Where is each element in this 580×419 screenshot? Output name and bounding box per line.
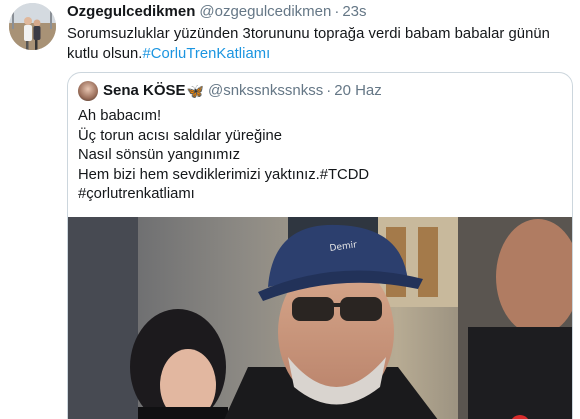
quoted-line: #çorlutrenkatliamı <box>78 186 195 202</box>
quoted-line: Üç torun acısı saldılar yüreğine <box>78 127 282 144</box>
tweet-header: Ozgegulcedikmen @ozgegulcedikmen · 23s <box>67 3 367 21</box>
quoted-line: Ah babacım! <box>78 108 162 124</box>
tweet[interactable]: Ozgegulcedikmen @ozgegulcedikmen · 23s Soru… <box>0 0 580 419</box>
quoted-tweet-text: Ah babacım! Üç torun acısı saldılar yüre… <box>78 107 558 205</box>
quoted-display-name[interactable]: Sena KÖSE <box>103 82 186 99</box>
quoted-separator: · <box>326 82 332 100</box>
tweet-text: Sorumsuzluklar yüzünden 3torununu toprağ… <box>67 24 567 64</box>
quoted-timestamp[interactable]: 20 Haz <box>334 82 382 99</box>
quoted-user-handle[interactable]: @snkssnkssnkss <box>208 82 323 99</box>
user-avatar-icon <box>9 3 56 50</box>
separator: · <box>334 3 340 20</box>
hashtag-link[interactable]: #CorluTrenKatliamı <box>142 46 270 62</box>
butterfly-icon: 🦋 <box>186 83 204 100</box>
timestamp[interactable]: 23s <box>342 3 366 20</box>
quoted-photo[interactable]: Demir <box>68 217 572 419</box>
quoted-tweet-header: Sena KÖSE🦋 @snkssnkssnkss · 20 Haz <box>78 81 382 102</box>
photo-image-icon: Demir <box>68 217 572 419</box>
quoted-line: Nasıl sönsün yangınımız <box>78 147 241 163</box>
quoted-tweet[interactable]: Sena KÖSE🦋 @snkssnkssnkss · 20 Haz Ah babac… <box>67 72 573 419</box>
display-name[interactable]: Ozgegulcedikmen <box>67 3 195 20</box>
quoted-avatar[interactable] <box>78 81 98 102</box>
quoted-line: Hem bizi hem sevdiklerimizi yaktınız.#TC… <box>78 166 370 183</box>
avatar[interactable] <box>9 3 56 50</box>
tweet-body: Sorumsuzluklar yüzünden 3torununu toprağ… <box>67 26 550 62</box>
user-handle[interactable]: @ozgegulcedikmen <box>199 3 331 20</box>
